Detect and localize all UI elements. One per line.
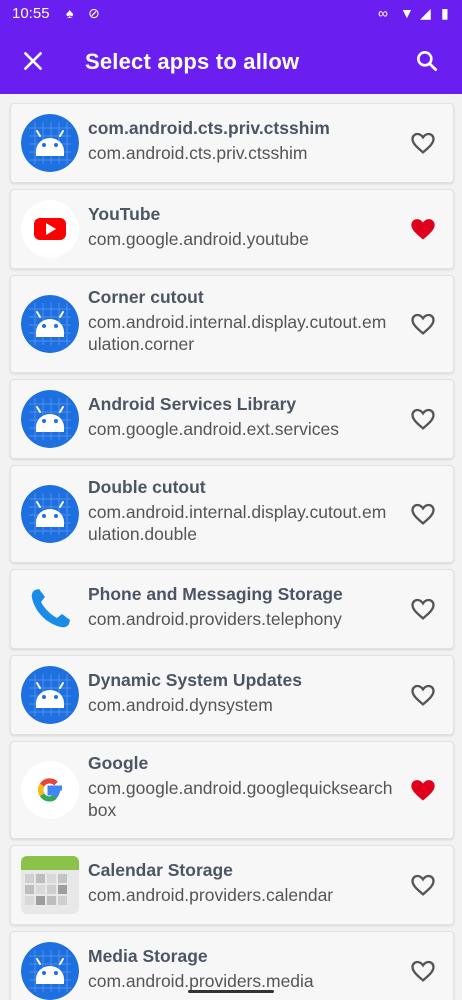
search-icon[interactable]	[414, 48, 440, 74]
app-list-item[interactable]: Calendar Storage com.android.providers.ca…	[10, 845, 454, 925]
status-time: 10:55	[12, 5, 50, 22]
app-list-item[interactable]: YouTube com.google.android.youtube	[10, 189, 454, 269]
app-name: Corner cutout	[88, 287, 204, 307]
heart-outline-icon[interactable]	[409, 681, 437, 709]
heart-outline-icon[interactable]	[409, 871, 437, 899]
home-indicator[interactable]	[188, 990, 274, 993]
android-icon	[21, 485, 79, 543]
app-package: com.google.android.googlequicksearchbox	[88, 778, 393, 820]
heart-outline-icon[interactable]	[409, 310, 437, 338]
android-icon	[21, 295, 79, 353]
android-icon	[21, 666, 79, 724]
app-text: Google com.google.android.googlequicksear…	[88, 752, 395, 821]
google-icon	[21, 761, 79, 819]
app-package: com.google.android.ext.services	[88, 419, 339, 439]
app-list-item[interactable]: Dynamic System Updates com.android.dynsys…	[10, 655, 454, 735]
app-name: Double cutout	[88, 477, 206, 497]
battery-icon: ▮	[441, 5, 449, 21]
link-icon: ∞	[378, 5, 388, 21]
status-bar: 10:55 ♠ ⊘ ∞ ▼ ◢ ▮	[0, 0, 462, 28]
heart-outline-icon[interactable]	[409, 405, 437, 433]
app-name: Dynamic System Updates	[88, 670, 302, 690]
app-text: YouTube com.google.android.youtube	[88, 203, 395, 250]
wifi-icon: ▼	[400, 5, 414, 21]
app-package: com.android.providers.media	[88, 971, 314, 991]
blocked-icon: ⊘	[88, 5, 100, 21]
app-name: Calendar Storage	[88, 860, 233, 880]
app-text: com.android.cts.priv.ctsshim com.android.…	[88, 117, 395, 164]
app-list[interactable]: com.android.cts.priv.ctsshim com.android.…	[0, 94, 462, 1000]
heart-filled-icon[interactable]	[409, 776, 437, 804]
phone-icon	[21, 580, 79, 638]
heart-outline-icon[interactable]	[409, 500, 437, 528]
app-list-item[interactable]: com.android.cts.priv.ctsshim com.android.…	[10, 103, 454, 183]
heart-outline-icon[interactable]	[409, 129, 437, 157]
notification-icon: ♠	[66, 5, 74, 21]
app-text: Dynamic System Updates com.android.dynsys…	[88, 669, 395, 716]
app-list-item[interactable]: Double cutout com.android.internal.displa…	[10, 465, 454, 563]
app-package: com.android.providers.calendar	[88, 885, 334, 905]
app-text: Corner cutout com.android.internal.displa…	[88, 286, 395, 355]
app-name: Media Storage	[88, 946, 208, 966]
app-list-item[interactable]: Android Services Library com.google.andro…	[10, 379, 454, 459]
app-text: Double cutout com.android.internal.displa…	[88, 476, 395, 545]
app-name: com.android.cts.priv.ctsshim	[88, 118, 330, 138]
android-icon	[21, 942, 79, 1000]
app-package: com.android.internal.display.cutout.emul…	[88, 502, 387, 544]
app-name: Google	[88, 753, 149, 773]
app-name: Android Services Library	[88, 394, 297, 414]
page-title: Select apps to allow	[85, 49, 300, 74]
heart-outline-icon[interactable]	[409, 595, 437, 623]
app-text: Android Services Library com.google.andro…	[88, 393, 395, 440]
app-text: Phone and Messaging Storage com.android.p…	[88, 583, 395, 630]
android-icon	[21, 390, 79, 448]
app-list-item[interactable]: Google com.google.android.googlequicksear…	[10, 741, 454, 839]
app-name: YouTube	[88, 204, 161, 224]
app-text: Calendar Storage com.android.providers.ca…	[88, 859, 395, 906]
app-package: com.android.internal.display.cutout.emul…	[88, 312, 387, 354]
app-package: com.android.cts.priv.ctsshim	[88, 143, 308, 163]
youtube-icon	[21, 200, 79, 258]
signal-icon: ◢	[420, 5, 431, 21]
app-package: com.android.providers.telephony	[88, 609, 342, 629]
app-name: Phone and Messaging Storage	[88, 584, 343, 604]
app-bar: Select apps to allow	[0, 28, 462, 94]
app-package: com.google.android.youtube	[88, 229, 309, 249]
android-icon	[21, 114, 79, 172]
calendar-storage-icon	[21, 856, 79, 914]
app-list-item[interactable]: Corner cutout com.android.internal.displa…	[10, 275, 454, 373]
app-package: com.android.dynsystem	[88, 695, 273, 715]
app-text: Media Storage com.android.providers.media	[88, 945, 395, 992]
heart-filled-icon[interactable]	[409, 215, 437, 243]
app-list-item[interactable]: Phone and Messaging Storage com.android.p…	[10, 569, 454, 649]
close-icon[interactable]	[20, 48, 46, 74]
heart-outline-icon[interactable]	[409, 957, 437, 985]
